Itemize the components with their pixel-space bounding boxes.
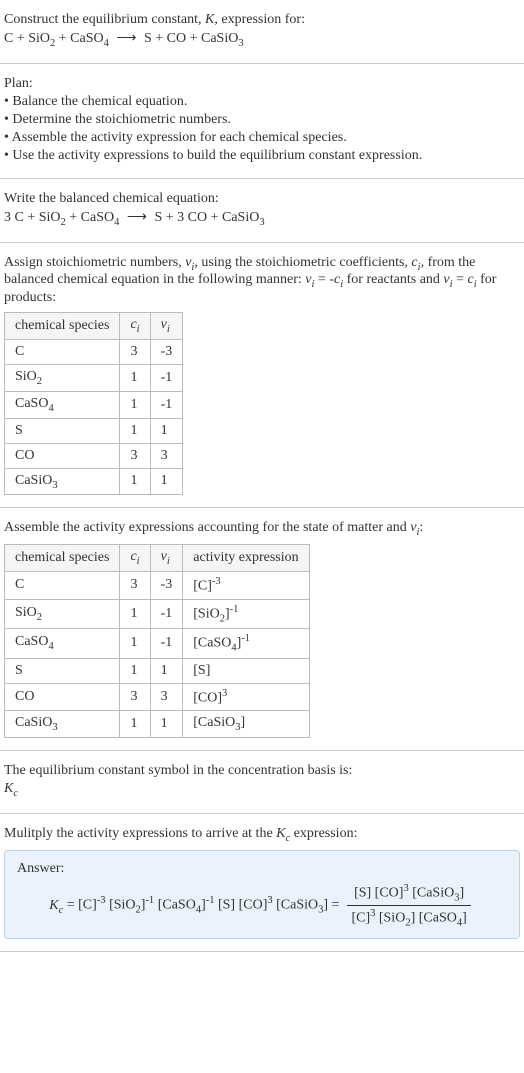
cell-ci: 1 — [120, 364, 150, 391]
intro-eq-lhs: C + SiO2 + CaSO4 — [4, 31, 109, 46]
plan-bullet: • Use the activity expressions to build … — [4, 148, 520, 164]
cell-species: C — [5, 339, 120, 364]
col-vi: νi — [150, 313, 183, 340]
cell-ci: 1 — [120, 391, 150, 418]
balanced-heading: Write the balanced chemical equation: — [4, 191, 520, 207]
kc-lhs: Kc = [C]-3 [SiO2]-1 [CaSO4]-1 [S] [CO]3 … — [49, 895, 343, 915]
section-balanced: Write the balanced chemical equation: 3 … — [0, 179, 524, 243]
cell-ci: 3 — [120, 683, 150, 711]
col-species: chemical species — [5, 545, 120, 572]
answer-label: Answer: — [17, 861, 507, 877]
section-plan: Plan: • Balance the chemical equation. •… — [0, 64, 524, 179]
table-header-row: chemical species ci νi activity expressi… — [5, 545, 310, 572]
cell-vi: -1 — [150, 629, 183, 658]
activity-table: chemical species ci νi activity expressi… — [4, 544, 310, 738]
cell-expr: [SiO2]-1 — [183, 599, 309, 628]
cell-species: CaSO4 — [5, 629, 120, 658]
cell-vi: -1 — [150, 599, 183, 628]
table-row: CaSO41-1[CaSO4]-1 — [5, 629, 310, 658]
answer-box: Answer: Kc = [C]-3 [SiO2]-1 [CaSO4]-1 [S… — [4, 850, 520, 940]
col-expr: activity expression — [183, 545, 309, 572]
col-vi: νi — [150, 545, 183, 572]
table-row: CaSiO311 — [5, 468, 183, 495]
cell-species: SiO2 — [5, 599, 120, 628]
activity-heading: Assemble the activity expressions accoun… — [4, 520, 520, 538]
cell-species: CaSiO3 — [5, 711, 120, 738]
section-intro: Construct the equilibrium constant, K, e… — [0, 0, 524, 64]
intro-equation: C + SiO2 + CaSO4 ⟶ S + CO + CaSiO3 — [4, 30, 520, 49]
cell-species: S — [5, 418, 120, 443]
cell-species: CO — [5, 443, 120, 468]
cell-vi: -1 — [150, 364, 183, 391]
section-final: Mulitply the activity expressions to arr… — [0, 814, 524, 953]
balanced-equation: 3 C + SiO2 + CaSO4 ⟶ S + 3 CO + CaSiO3 — [4, 209, 520, 228]
cell-ci: 3 — [120, 443, 150, 468]
cell-expr: [CaSiO3] — [183, 711, 309, 738]
cell-vi: 1 — [150, 468, 183, 495]
balanced-eq-rhs: S + 3 CO + CaSiO3 — [154, 210, 264, 225]
plan-bullet: • Determine the stoichiometric numbers. — [4, 112, 520, 128]
cell-vi: 3 — [150, 683, 183, 711]
table-header-row: chemical species ci νi — [5, 313, 183, 340]
table-row: CO33[CO]3 — [5, 683, 310, 711]
table-row: CaSiO311[CaSiO3] — [5, 711, 310, 738]
cell-ci: 1 — [120, 418, 150, 443]
cell-vi: 1 — [150, 418, 183, 443]
col-ci: ci — [120, 313, 150, 340]
cell-vi: -1 — [150, 391, 183, 418]
table-row: SiO21-1 — [5, 364, 183, 391]
cell-vi: -3 — [150, 339, 183, 364]
cell-species: CaSiO3 — [5, 468, 120, 495]
cell-vi: -3 — [150, 571, 183, 599]
stoich-table: chemical species ci νi C3-3 SiO21-1 CaSO… — [4, 312, 183, 495]
cell-species: CaSO4 — [5, 391, 120, 418]
cell-vi: 3 — [150, 443, 183, 468]
final-heading: Mulitply the activity expressions to arr… — [4, 826, 520, 844]
table-row: S11[S] — [5, 658, 310, 683]
cell-ci: 3 — [120, 339, 150, 364]
cell-vi: 1 — [150, 711, 183, 738]
cell-expr: [CaSO4]-1 — [183, 629, 309, 658]
cell-expr: [C]-3 — [183, 571, 309, 599]
intro-heading: Construct the equilibrium constant, K, e… — [4, 12, 520, 28]
table-row: CO33 — [5, 443, 183, 468]
cell-ci: 1 — [120, 468, 150, 495]
cell-species: S — [5, 658, 120, 683]
stoich-heading: Assign stoichiometric numbers, νi, using… — [4, 255, 520, 307]
plan-heading: Plan: — [4, 76, 520, 92]
plan-bullet: • Balance the chemical equation. — [4, 94, 520, 110]
cell-ci: 1 — [120, 658, 150, 683]
arrow-icon: ⟶ — [123, 210, 151, 225]
section-stoich: Assign stoichiometric numbers, νi, using… — [0, 243, 524, 509]
kc-expression: Kc = [C]-3 [SiO2]-1 [CaSO4]-1 [S] [CO]3 … — [17, 883, 507, 929]
cell-ci: 3 — [120, 571, 150, 599]
intro-eq-rhs: S + CO + CaSiO3 — [144, 31, 244, 46]
symbol-heading: The equilibrium constant symbol in the c… — [4, 763, 520, 779]
col-ci: ci — [120, 545, 150, 572]
cell-ci: 1 — [120, 599, 150, 628]
table-row: S11 — [5, 418, 183, 443]
table-row: CaSO41-1 — [5, 391, 183, 418]
balanced-eq-lhs: 3 C + SiO2 + CaSO4 — [4, 210, 119, 225]
cell-expr: [S] — [183, 658, 309, 683]
kc-numerator: [S] [CO]3 [CaSiO3] — [347, 883, 470, 906]
kc-fraction: [S] [CO]3 [CaSiO3] [C]3 [SiO2] [CaSO4] — [343, 883, 474, 929]
col-species: chemical species — [5, 313, 120, 340]
table-row: C3-3[C]-3 — [5, 571, 310, 599]
symbol-value: Kc — [4, 781, 520, 799]
section-symbol: The equilibrium constant symbol in the c… — [0, 751, 524, 814]
kc-denominator: [C]3 [SiO2] [CaSO4] — [347, 906, 470, 928]
plan-bullet: • Assemble the activity expression for e… — [4, 130, 520, 146]
cell-species: CO — [5, 683, 120, 711]
cell-ci: 1 — [120, 711, 150, 738]
table-row: SiO21-1[SiO2]-1 — [5, 599, 310, 628]
cell-species: C — [5, 571, 120, 599]
cell-species: SiO2 — [5, 364, 120, 391]
cell-vi: 1 — [150, 658, 183, 683]
cell-ci: 1 — [120, 629, 150, 658]
cell-expr: [CO]3 — [183, 683, 309, 711]
table-row: C3-3 — [5, 339, 183, 364]
section-activity: Assemble the activity expressions accoun… — [0, 508, 524, 751]
arrow-icon: ⟶ — [112, 31, 140, 46]
